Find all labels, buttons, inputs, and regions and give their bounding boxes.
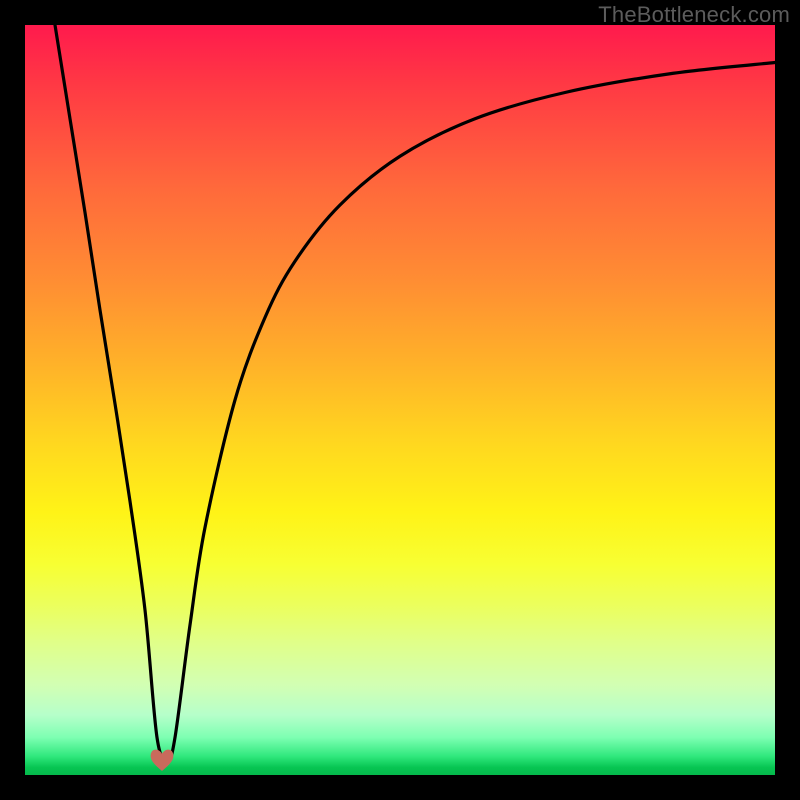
minimum-heart-marker [149, 748, 175, 772]
chart-frame: TheBottleneck.com [0, 0, 800, 800]
watermark-text: TheBottleneck.com [598, 2, 790, 28]
bottleneck-curve [0, 0, 800, 800]
